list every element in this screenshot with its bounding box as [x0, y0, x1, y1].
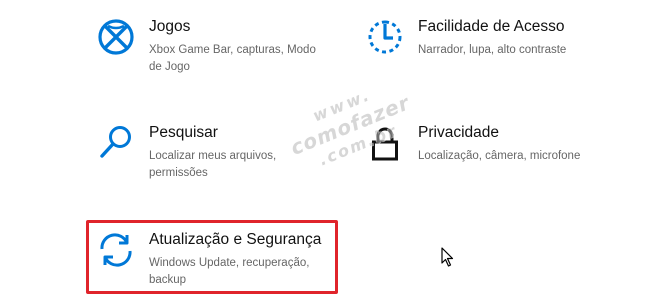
tile-title: Pesquisar [149, 124, 218, 141]
tile-title: Jogos [149, 18, 191, 35]
ease-of-access-icon [366, 18, 404, 56]
tile-title: Atualização e Segurança [149, 231, 322, 248]
settings-tile-facilidade-de-acesso[interactable]: Facilidade de Acesso Narrador, lupa, alt… [366, 18, 606, 78]
lock-icon [366, 124, 404, 162]
tile-description: Localizar meus arquivos, permissões [149, 150, 277, 179]
settings-tile-pesquisar[interactable]: Pesquisar Localizar meus arquivos, permi… [97, 124, 337, 184]
tile-description: Narrador, lupa, alto contraste [418, 44, 567, 56]
sync-icon [97, 231, 135, 269]
mouse-cursor-icon [441, 247, 455, 267]
xbox-icon [97, 18, 135, 56]
settings-tile-privacidade[interactable]: Privacidade Localização, câmera, microfo… [366, 124, 616, 184]
tile-description: Windows Update, recuperação, backup [149, 257, 310, 286]
settings-tile-jogos[interactable]: Jogos Xbox Game Bar, capturas, Modo de J… [97, 18, 337, 78]
tile-title: Privacidade [418, 124, 499, 141]
tile-title: Facilidade de Acesso [418, 18, 565, 35]
tile-description: Localização, câmera, microfone [418, 150, 581, 162]
tile-description: Xbox Game Bar, capturas, Modo de Jogo [149, 44, 316, 73]
settings-tile-atualizacao-e-seguranca[interactable]: Atualização e Segurança Windows Update, … [97, 231, 337, 291]
search-icon [97, 124, 135, 162]
